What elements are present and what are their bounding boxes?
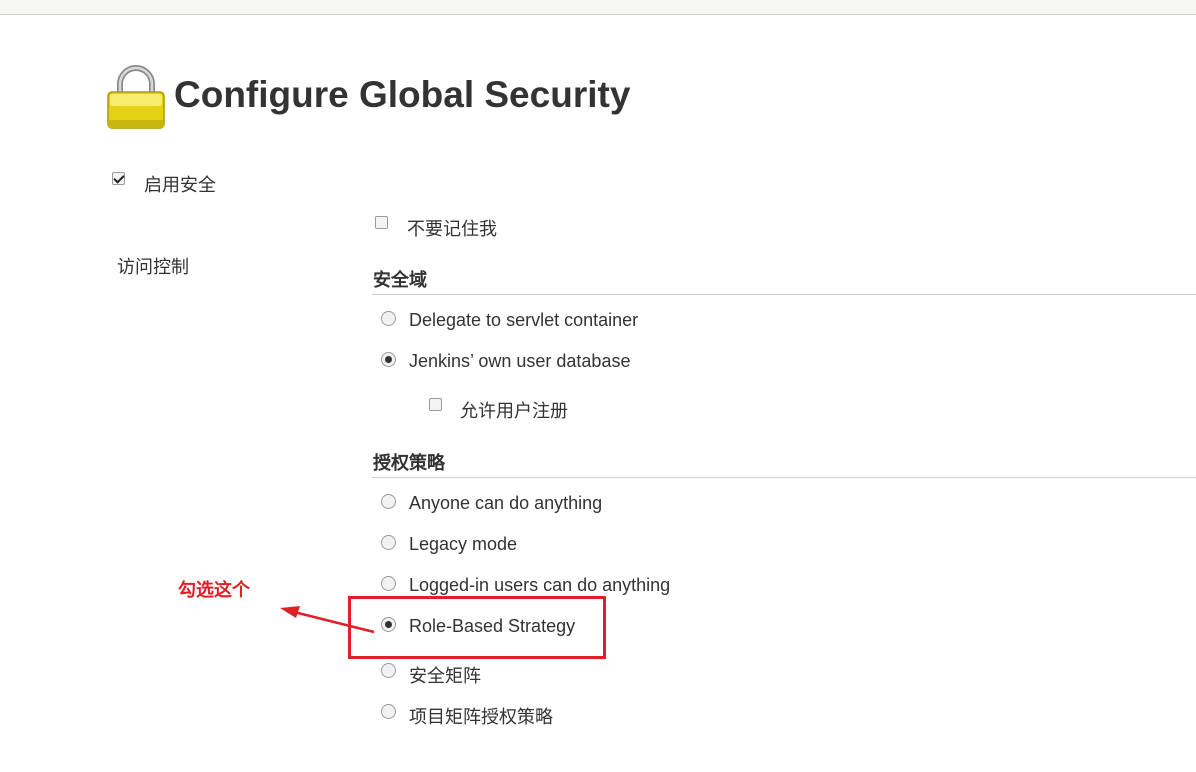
realm-delegate-label: Delegate to servlet container xyxy=(409,310,639,330)
enable-security-label: 启用安全 xyxy=(144,175,216,195)
auth-anyone-label: Anyone can do anything xyxy=(409,493,603,513)
authorization-title: 授权策略 xyxy=(373,453,445,473)
security-realm-title: 安全域 xyxy=(373,270,427,290)
realm-own-db-label: Jenkins’ own user database xyxy=(409,351,631,371)
remember-me-label: 不要记住我 xyxy=(407,219,497,239)
realm-delegate-radio[interactable] xyxy=(381,311,396,326)
lock-icon xyxy=(107,65,165,129)
allow-signup-checkbox[interactable] xyxy=(429,398,442,411)
authorization-divider xyxy=(372,477,1196,478)
allow-signup-label: 允许用户注册 xyxy=(460,401,568,421)
annotation-text: 勾选这个 xyxy=(178,580,250,600)
auth-anyone-radio[interactable] xyxy=(381,494,396,509)
access-control-label: 访问控制 xyxy=(117,257,189,277)
auth-matrix-radio[interactable] xyxy=(381,663,396,678)
auth-matrix-label: 安全矩阵 xyxy=(409,666,481,686)
auth-project-matrix-radio[interactable] xyxy=(381,704,396,719)
auth-logged-in-label: Logged-in users can do anything xyxy=(409,575,671,595)
auth-project-matrix-label: 项目矩阵授权策略 xyxy=(409,707,553,727)
annotation-arrow-icon xyxy=(280,606,375,634)
realm-own-db-radio[interactable] xyxy=(381,352,396,367)
auth-legacy-label: Legacy mode xyxy=(409,534,518,554)
page-title: Configure Global Security xyxy=(174,74,631,115)
top-strip xyxy=(0,0,1196,15)
enable-security-checkbox[interactable] xyxy=(112,172,125,185)
auth-logged-in-radio[interactable] xyxy=(381,576,396,591)
security-realm-divider xyxy=(372,294,1196,295)
remember-me-checkbox[interactable] xyxy=(375,216,388,229)
annotation-highlight-box xyxy=(348,596,606,659)
auth-legacy-radio[interactable] xyxy=(381,535,396,550)
